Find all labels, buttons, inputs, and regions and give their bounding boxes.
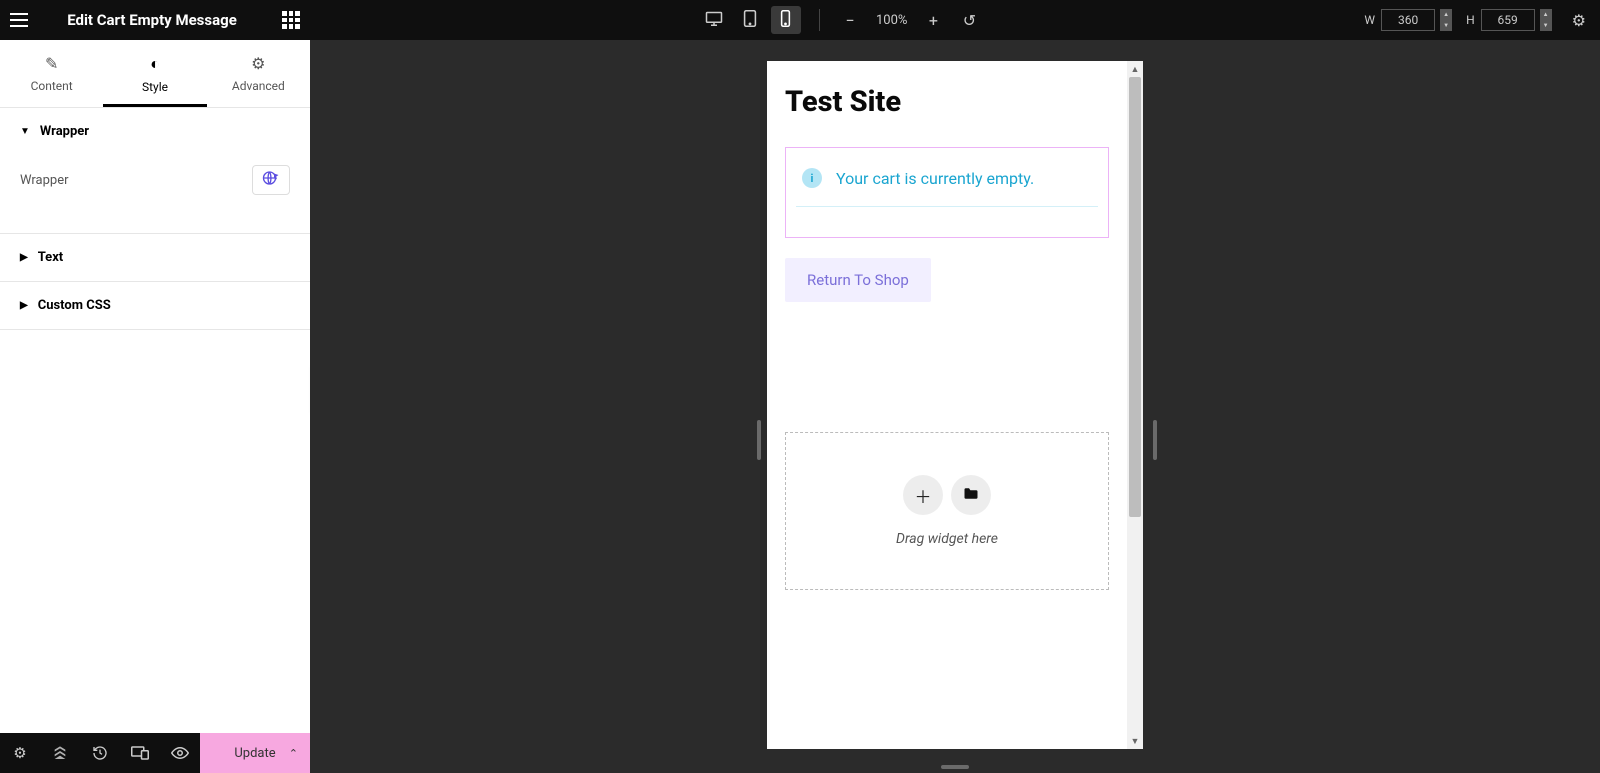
- empty-cart-widget[interactable]: i Your cart is currently empty.: [785, 147, 1109, 238]
- tab-label: Content: [31, 79, 73, 93]
- navigator-icon[interactable]: [40, 733, 80, 773]
- device-tablet-button[interactable]: [735, 6, 765, 34]
- tab-label: Style: [142, 80, 168, 94]
- resize-handle-left[interactable]: [757, 420, 761, 460]
- desktop-icon: [705, 11, 723, 30]
- contrast-icon: ◐: [150, 54, 160, 74]
- control-row-wrapper: Wrapper: [20, 155, 290, 205]
- section-body: Wrapper: [0, 155, 310, 233]
- section-header-custom-css[interactable]: ▶ Custom CSS: [0, 282, 310, 329]
- tab-advanced[interactable]: ⚙ Advanced: [207, 40, 310, 107]
- height-stepper[interactable]: ▲▼: [1540, 9, 1552, 31]
- apps-grid-icon[interactable]: [282, 11, 300, 29]
- empty-cart-text: Your cart is currently empty.: [836, 169, 1034, 188]
- widget-dropzone[interactable]: ＋ Drag widget here: [785, 432, 1109, 590]
- width-stepper[interactable]: ▲▼: [1440, 9, 1452, 31]
- update-button[interactable]: Update ⌃: [200, 733, 310, 773]
- hamburger-icon[interactable]: [10, 13, 28, 27]
- sidebar-header: Edit Cart Empty Message: [0, 0, 310, 40]
- sidebar-title: Edit Cart Empty Message: [42, 11, 282, 29]
- resize-handle-right[interactable]: [1153, 420, 1157, 460]
- device-desktop-button[interactable]: [699, 6, 729, 34]
- canvas-wrap: Test Site i Your cart is currently empty…: [310, 40, 1600, 773]
- undo-icon: ↺: [963, 11, 976, 30]
- section-title: Wrapper: [40, 124, 89, 139]
- topbar: − 100% + ↺ W ▲▼ H ▲▼ ⚙: [310, 0, 1600, 40]
- caret-down-icon: ▼: [20, 126, 30, 137]
- width-input[interactable]: [1381, 9, 1435, 31]
- dropzone-icons: ＋: [903, 475, 991, 515]
- folder-icon: [963, 485, 979, 505]
- height-input[interactable]: [1481, 9, 1535, 31]
- scroll-track[interactable]: [1127, 77, 1143, 733]
- gear-icon: ⚙: [251, 54, 265, 73]
- separator: [819, 9, 820, 31]
- empty-cart-message: i Your cart is currently empty.: [796, 168, 1098, 207]
- chevron-up-icon[interactable]: ⌃: [289, 747, 298, 760]
- height-label: H: [1466, 13, 1475, 27]
- zoom-out-button[interactable]: −: [838, 11, 862, 30]
- section-custom-css: ▶ Custom CSS: [0, 282, 310, 330]
- sidebar-bottombar: ⚙ Update ⌃: [0, 733, 310, 773]
- settings-gear-icon[interactable]: ⚙: [1572, 11, 1586, 30]
- dropzone-hint: Drag widget here: [896, 531, 998, 547]
- control-label: Wrapper: [20, 173, 69, 188]
- resize-handle-bottom[interactable]: [941, 765, 969, 769]
- scroll-up-arrow[interactable]: ▲: [1127, 61, 1143, 77]
- tab-style[interactable]: ◐ Style: [103, 40, 206, 107]
- section-title: Text: [38, 250, 64, 265]
- zoom-in-button[interactable]: +: [921, 11, 945, 30]
- device-mobile-button[interactable]: [771, 6, 801, 34]
- topbar-center: − 100% + ↺: [699, 6, 981, 34]
- responsive-icon[interactable]: [120, 733, 160, 773]
- zoom-reset-button[interactable]: ↺: [957, 11, 981, 30]
- update-label: Update: [234, 746, 275, 761]
- globe-style-button[interactable]: [252, 165, 290, 195]
- section-text: ▶ Text: [0, 234, 310, 282]
- section-header-wrapper[interactable]: ▼ Wrapper: [0, 108, 310, 155]
- history-icon[interactable]: [80, 733, 120, 773]
- template-library-button[interactable]: [951, 475, 991, 515]
- caret-right-icon: ▶: [20, 300, 28, 311]
- return-to-shop-button[interactable]: Return To Shop: [785, 258, 931, 302]
- editor-sidebar: Edit Cart Empty Message ✎ Content ◐ Styl…: [0, 0, 310, 773]
- tab-label: Advanced: [232, 79, 285, 93]
- return-label: Return To Shop: [807, 271, 909, 289]
- section-header-text[interactable]: ▶ Text: [0, 234, 310, 281]
- site-title: Test Site: [785, 85, 1109, 119]
- tablet-icon: [743, 10, 757, 31]
- mobile-icon: [780, 10, 791, 31]
- add-widget-button[interactable]: ＋: [903, 475, 943, 515]
- preview-icon[interactable]: [160, 733, 200, 773]
- globe-icon: [261, 169, 281, 192]
- width-label: W: [1364, 13, 1375, 27]
- info-icon: i: [802, 168, 822, 188]
- preview-scrollbar[interactable]: ▲ ▼: [1127, 61, 1143, 749]
- section-title: Custom CSS: [38, 298, 111, 313]
- scroll-thumb[interactable]: [1129, 77, 1141, 517]
- preview-frame: Test Site i Your cart is currently empty…: [767, 61, 1143, 749]
- topbar-right: W ▲▼ H ▲▼ ⚙: [1356, 9, 1586, 31]
- scroll-down-arrow[interactable]: ▼: [1127, 733, 1143, 749]
- preview-content: Test Site i Your cart is currently empty…: [767, 61, 1127, 749]
- section-wrapper: ▼ Wrapper Wrapper: [0, 108, 310, 234]
- main-canvas: − 100% + ↺ W ▲▼ H ▲▼ ⚙ Test Site: [310, 0, 1600, 773]
- settings-icon[interactable]: ⚙: [0, 733, 40, 773]
- sidebar-tabs: ✎ Content ◐ Style ⚙ Advanced: [0, 40, 310, 108]
- tab-content[interactable]: ✎ Content: [0, 40, 103, 107]
- zoom-value: 100%: [876, 13, 907, 28]
- pencil-icon: ✎: [45, 54, 58, 73]
- caret-right-icon: ▶: [20, 252, 28, 263]
- plus-icon: ＋: [915, 483, 932, 508]
